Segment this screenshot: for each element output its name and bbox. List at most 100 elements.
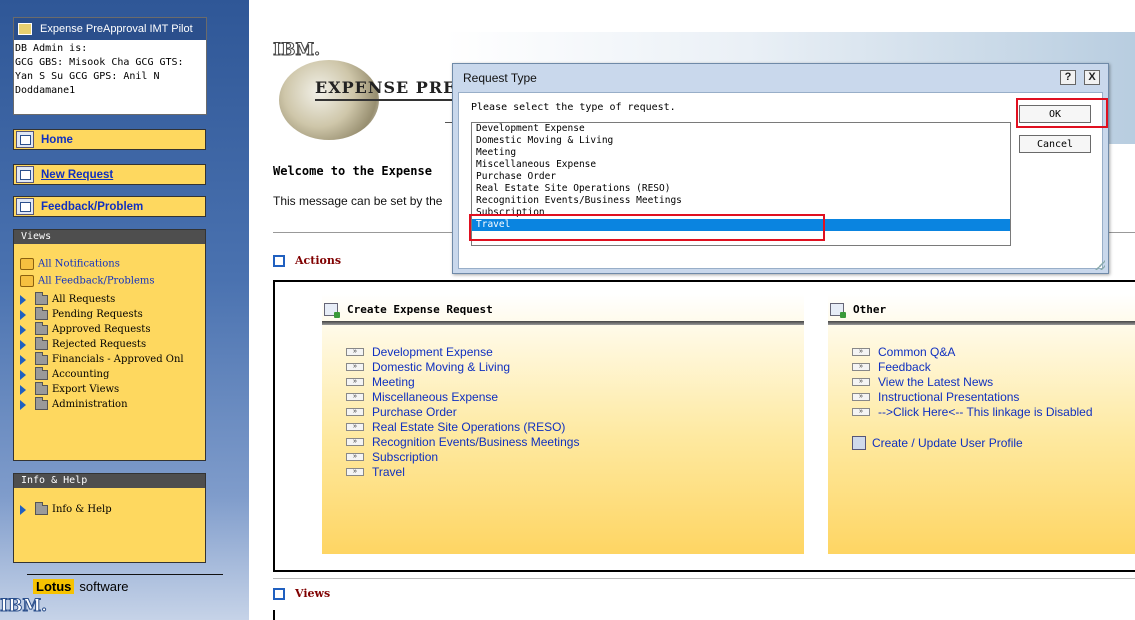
link-arrow-icon: » bbox=[852, 362, 870, 371]
view-item[interactable]: Administration bbox=[20, 396, 128, 410]
column-rule bbox=[322, 321, 804, 325]
action-link[interactable]: » Development Expense bbox=[346, 344, 579, 359]
action-link-label[interactable]: Purchase Order bbox=[372, 405, 457, 419]
expand-triangle-icon[interactable] bbox=[20, 504, 26, 515]
view-item[interactable]: Financials - Approved Onl bbox=[20, 351, 184, 365]
views-title: Views bbox=[295, 587, 331, 600]
folder-icon bbox=[35, 366, 48, 380]
create-links-list: » Development Expense » Domestic Moving & L… bbox=[346, 344, 579, 479]
view-item[interactable]: Accounting bbox=[20, 366, 109, 380]
action-link[interactable]: » Subscription bbox=[346, 449, 579, 464]
request-type-option[interactable]: Real Estate Site Operations (RESO) bbox=[472, 183, 1010, 195]
action-link[interactable]: » Domestic Moving & Living bbox=[346, 359, 579, 374]
view-item-label[interactable]: Pending Requests bbox=[52, 309, 143, 320]
collapse-icon[interactable] bbox=[273, 254, 285, 267]
view-item-label[interactable]: Approved Requests bbox=[52, 324, 150, 335]
view-item[interactable]: Pending Requests bbox=[20, 306, 143, 320]
action-link[interactable]: » View the Latest News bbox=[852, 374, 1093, 389]
help-button[interactable]: ? bbox=[1060, 70, 1076, 85]
request-type-option[interactable]: Recognition Events/Business Meetings bbox=[472, 195, 1010, 207]
resize-grip-icon[interactable] bbox=[1095, 260, 1105, 270]
view-item-label[interactable]: Export Views bbox=[52, 384, 119, 395]
action-link-label[interactable]: Common Q&A bbox=[878, 345, 955, 359]
view-item[interactable]: All Requests bbox=[20, 291, 115, 305]
action-link[interactable]: » Purchase Order bbox=[346, 404, 579, 419]
expand-triangle-icon[interactable] bbox=[20, 384, 26, 395]
views-section-header[interactable]: Views bbox=[273, 587, 330, 600]
request-type-option[interactable]: Travel bbox=[472, 219, 1010, 231]
other-links-list: » Common Q&A » Feedback » View the Latest New… bbox=[852, 344, 1093, 419]
action-link[interactable]: » Instructional Presentations bbox=[852, 389, 1093, 404]
action-link-label[interactable]: View the Latest News bbox=[878, 375, 993, 389]
collapse-icon[interactable] bbox=[273, 587, 285, 600]
view-item[interactable]: Rejected Requests bbox=[20, 336, 146, 350]
actions-section-header[interactable]: Actions bbox=[273, 254, 341, 267]
action-link-label[interactable]: -->Click Here<-- This linkage is Disable… bbox=[878, 405, 1093, 419]
expand-triangle-icon[interactable] bbox=[20, 339, 26, 350]
view-item-label[interactable]: All Requests bbox=[52, 294, 115, 305]
nav-new-request-button[interactable]: New Request bbox=[13, 164, 206, 185]
action-link[interactable]: » Common Q&A bbox=[852, 344, 1093, 359]
action-link[interactable]: » -->Click Here<-- This linkage is Disabl… bbox=[852, 404, 1093, 419]
action-link[interactable]: » Real Estate Site Operations (RESO) bbox=[346, 419, 579, 434]
request-type-option[interactable]: Purchase Order bbox=[472, 171, 1010, 183]
request-type-dialog: Request Type ? X Please select the type … bbox=[452, 63, 1109, 274]
info-help-label[interactable]: Info & Help bbox=[52, 504, 112, 515]
action-link[interactable]: » Feedback bbox=[852, 359, 1093, 374]
view-item[interactable]: All Notifications bbox=[20, 258, 120, 270]
nav-home-button[interactable]: Home bbox=[13, 129, 206, 150]
nav-feedback-label[interactable]: Feedback/Problem bbox=[41, 201, 143, 213]
request-type-option[interactable]: Development Expense bbox=[472, 123, 1010, 135]
user-profile-label[interactable]: Create / Update User Profile bbox=[872, 436, 1023, 450]
view-item[interactable]: All Feedback/Problems bbox=[20, 275, 154, 287]
action-link-label[interactable]: Domestic Moving & Living bbox=[372, 360, 510, 374]
view-item-label[interactable]: Accounting bbox=[52, 369, 109, 380]
action-link-label[interactable]: Recognition Events/Business Meetings bbox=[372, 435, 579, 449]
create-document-icon bbox=[324, 302, 340, 318]
expand-triangle-icon[interactable] bbox=[20, 309, 26, 320]
request-type-option[interactable]: Meeting bbox=[472, 147, 1010, 159]
view-item-info-help[interactable]: Info & Help bbox=[20, 501, 112, 515]
sidebar: Expense PreApproval IMT Pilot DB Admin i… bbox=[0, 0, 249, 620]
nav-feedback-button[interactable]: Feedback/Problem bbox=[13, 196, 206, 217]
action-link-label[interactable]: Meeting bbox=[372, 375, 415, 389]
view-item-label[interactable]: Financials - Approved Onl bbox=[52, 354, 184, 365]
action-link[interactable]: » Miscellaneous Expense bbox=[346, 389, 579, 404]
view-item[interactable]: Approved Requests bbox=[20, 321, 150, 335]
link-arrow-icon: » bbox=[346, 377, 364, 386]
request-type-option[interactable]: Domestic Moving & Living bbox=[472, 135, 1010, 147]
expand-triangle-icon[interactable] bbox=[20, 369, 26, 380]
expand-triangle-icon[interactable] bbox=[20, 399, 26, 410]
view-item-label[interactable]: All Notifications bbox=[38, 259, 120, 270]
action-link-label[interactable]: Feedback bbox=[878, 360, 931, 374]
action-link-label[interactable]: Development Expense bbox=[372, 345, 493, 359]
welcome-heading: Welcome to the Expense bbox=[273, 164, 432, 178]
ok-button[interactable]: OK bbox=[1019, 105, 1091, 123]
expand-triangle-icon[interactable] bbox=[20, 354, 26, 365]
action-link-label[interactable]: Subscription bbox=[372, 450, 438, 464]
request-type-option[interactable]: Subscription bbox=[472, 207, 1010, 219]
action-link[interactable]: » Recognition Events/Business Meetings bbox=[346, 434, 579, 449]
action-link-label[interactable]: Real Estate Site Operations (RESO) bbox=[372, 420, 565, 434]
view-item-label[interactable]: Rejected Requests bbox=[52, 339, 146, 350]
action-link-label[interactable]: Miscellaneous Expense bbox=[372, 390, 498, 404]
view-item-label[interactable]: Administration bbox=[52, 399, 128, 410]
request-type-listbox[interactable]: Development Expense Domestic Moving & Liv… bbox=[471, 122, 1011, 246]
link-arrow-icon: » bbox=[346, 437, 364, 446]
divider bbox=[27, 574, 223, 575]
view-item[interactable]: Export Views bbox=[20, 381, 119, 395]
request-type-option[interactable]: Miscellaneous Expense bbox=[472, 159, 1010, 171]
nav-new-request-label[interactable]: New Request bbox=[41, 169, 113, 181]
action-link[interactable]: » Meeting bbox=[346, 374, 579, 389]
cancel-button[interactable]: Cancel bbox=[1019, 135, 1091, 153]
action-link-label[interactable]: Travel bbox=[372, 465, 405, 479]
action-link[interactable]: » Travel bbox=[346, 464, 579, 479]
view-item-label[interactable]: All Feedback/Problems bbox=[38, 276, 154, 287]
nav-home-label[interactable]: Home bbox=[41, 134, 73, 146]
user-profile-link[interactable]: Create / Update User Profile bbox=[852, 436, 1023, 450]
close-button[interactable]: X bbox=[1084, 70, 1100, 85]
link-arrow-icon: » bbox=[852, 407, 870, 416]
expand-triangle-icon[interactable] bbox=[20, 324, 26, 335]
expand-triangle-icon[interactable] bbox=[20, 294, 26, 305]
action-link-label[interactable]: Instructional Presentations bbox=[878, 390, 1019, 404]
